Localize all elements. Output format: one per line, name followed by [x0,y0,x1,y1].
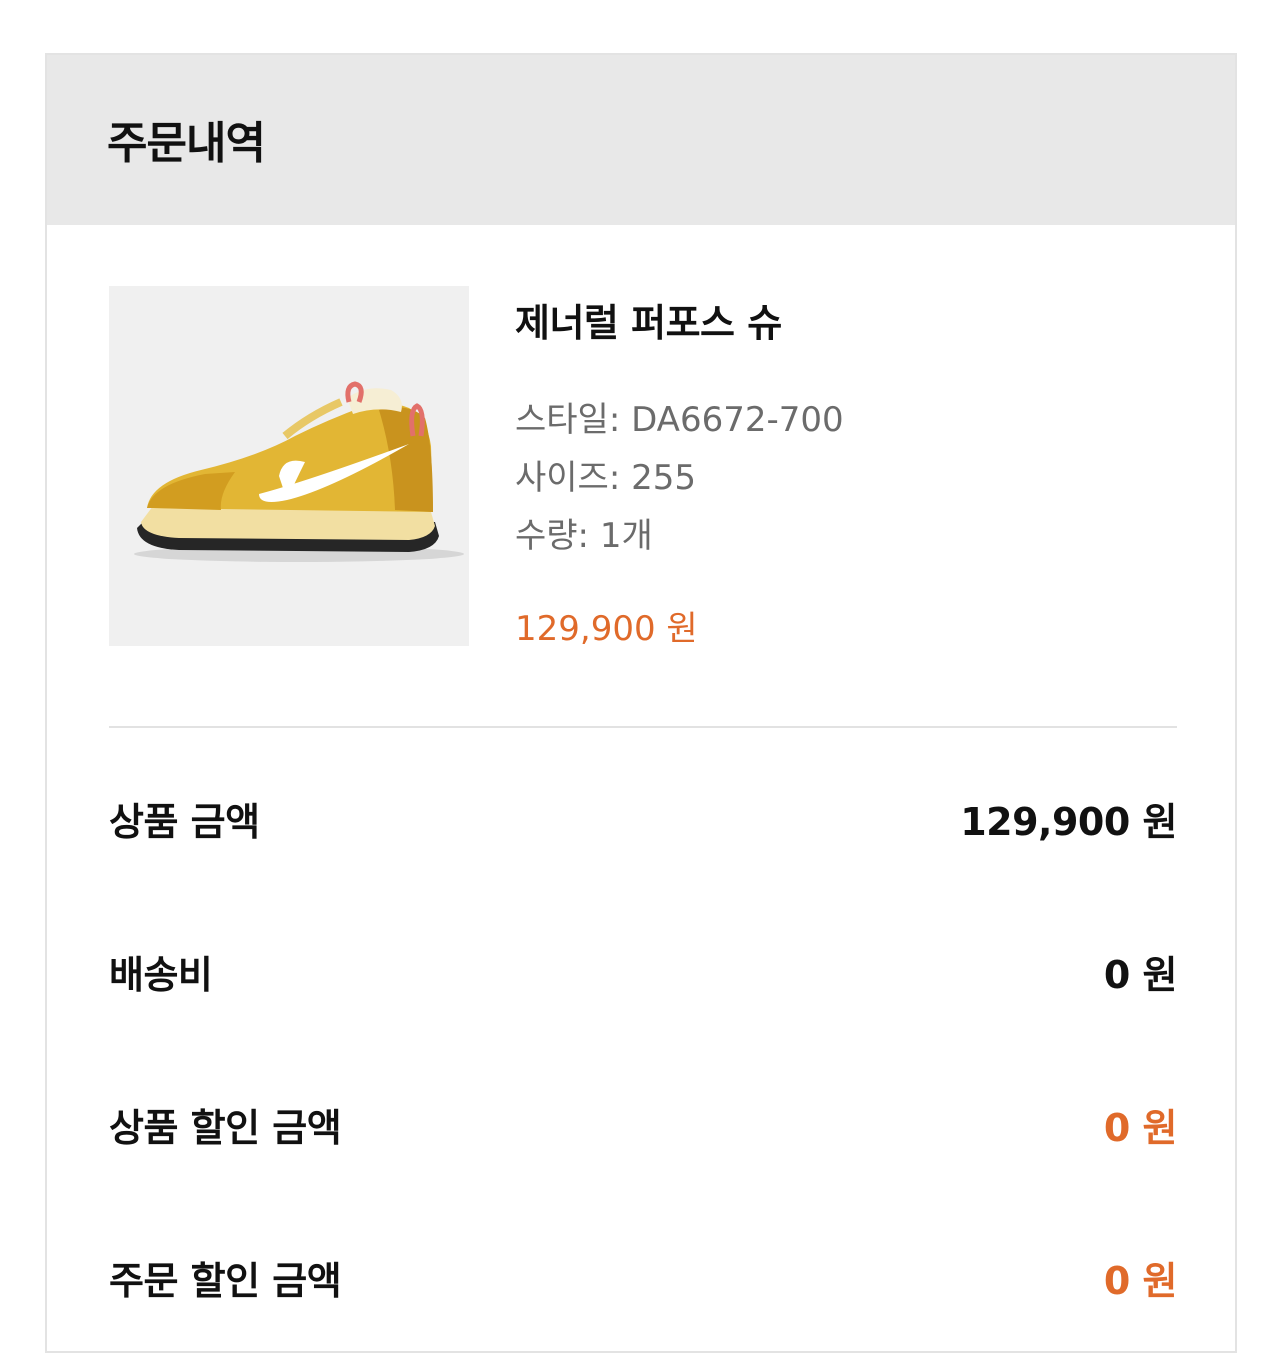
summary-value: 0 원 [1103,1259,1178,1303]
order-details-card: 주문내역 제너럴 퍼포스 슈 스타일: DA6672-700 사이즈: 255 … [45,53,1237,1353]
sneaker-image-icon [109,286,469,646]
summary-label: 상품 금액 [109,800,260,844]
summary-row-product-discount: 상품 할인 금액 0 원 [109,1097,1178,1157]
divider [109,726,1177,728]
summary-label: 주문 할인 금액 [109,1259,342,1303]
card-header: 주문내역 [47,55,1235,225]
product-meta: 스타일: DA6672-700 사이즈: 255 수량: 1개 [515,391,844,565]
product-name[interactable]: 제너럴 퍼포스 슈 [515,292,844,347]
summary-row-shipping-fee: 배송비 0 원 [109,944,1178,1004]
product-item: 제너럴 퍼포스 슈 스타일: DA6672-700 사이즈: 255 수량: 1… [109,286,1177,656]
summary-value: 129,900 원 [960,800,1177,844]
product-style: 스타일: DA6672-700 [515,400,844,440]
product-price: 129,900 원 [515,609,698,649]
product-quantity: 수량: 1개 [515,516,653,556]
product-info: 제너럴 퍼포스 슈 스타일: DA6672-700 사이즈: 255 수량: 1… [515,286,844,650]
summary-label: 배송비 [109,953,213,997]
summary-value: 0 원 [1103,1106,1178,1150]
product-image[interactable] [109,286,469,646]
product-size: 사이즈: 255 [515,458,696,498]
summary-value: 0 원 [1103,953,1178,997]
summary-row-product-amount: 상품 금액 129,900 원 [109,791,1177,851]
summary-label: 상품 할인 금액 [109,1106,342,1150]
summary-row-order-discount: 주문 할인 금액 0 원 [109,1250,1178,1310]
page-title: 주문내역 [107,118,266,169]
